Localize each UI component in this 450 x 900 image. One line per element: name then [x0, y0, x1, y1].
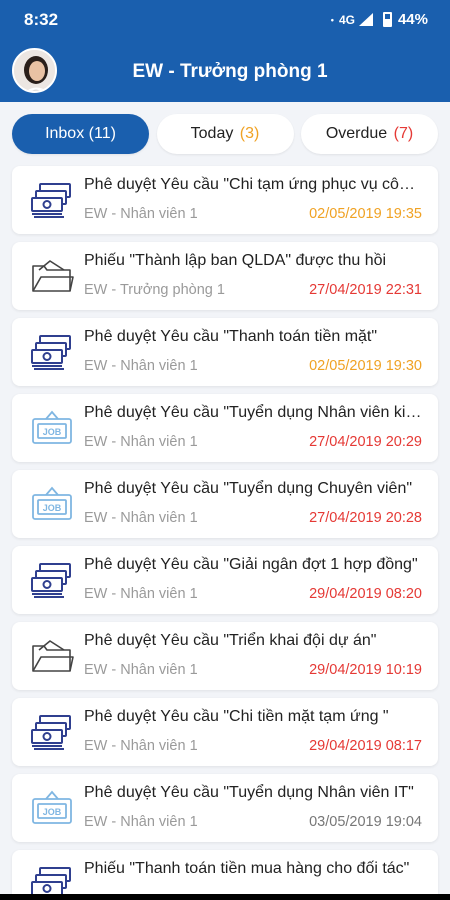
item-sender: EW - Nhân viên 1: [84, 814, 198, 830]
item-date: 29/04/2019 10:19: [309, 662, 422, 678]
item-sender: EW - Nhân viên 1: [84, 738, 198, 754]
money-icon: [28, 178, 76, 222]
item-title: Phiếu "Thanh toán tiền mua hàng cho đối …: [84, 860, 410, 877]
list-item[interactable]: Phê duyệt Yêu cầu "Triển khai đội dự án"…: [12, 622, 438, 690]
item-sender: EW - Nhân viên 1: [84, 358, 198, 374]
list-item[interactable]: Phê duyệt Yêu cầu "Chi tiền mặt tạm ứng …: [12, 698, 438, 766]
item-sender: EW - Nhân viên 1: [84, 206, 198, 222]
item-sender: EW - Trưởng phòng 1: [84, 282, 225, 298]
item-sender: EW - Nhân viên 1: [84, 586, 198, 602]
item-title: Phê duyệt Yêu cầu "Giải ngân đợt 1 hợp đ…: [84, 556, 418, 573]
job-icon: JOB: [28, 406, 76, 450]
network-label: 4G: [338, 12, 355, 27]
item-date: 29/04/2019 08:17: [309, 738, 422, 754]
filter-tabs: Inbox (11) Today (3) Overdue (7): [12, 114, 438, 154]
list-item[interactable]: JOB Phê duyệt Yêu cầu "Tuyển dụng Nhân vi…: [12, 774, 438, 842]
list-item[interactable]: Phê duyệt Yêu cầu "Giải ngân đợt 1 hợp đ…: [12, 546, 438, 614]
money-icon: [28, 710, 76, 754]
item-title: Phê duyệt Yêu cầu "Tuyển dụng Nhân viên …: [84, 404, 422, 421]
page-title: EW - Trưởng phòng 1: [132, 61, 328, 82]
app-header: 8:32 • 4G 44% EW - Trưởng phòng 1: [0, 0, 450, 102]
item-title: Phê duyệt Yêu cầu "Tuyển dụng Chuyên viê…: [84, 480, 413, 497]
list-item[interactable]: Phê duyệt Yêu cầu "Thanh toán tiền mặt" E…: [12, 318, 438, 386]
battery-percent: 44%: [397, 11, 428, 28]
list-item[interactable]: Phiếu "Thanh toán tiền mua hàng cho đối …: [12, 850, 438, 900]
svg-text:JOB: JOB: [43, 807, 62, 817]
tab-today[interactable]: Today (3): [156, 114, 294, 154]
item-title: Phê duyệt Yêu cầu "Chi tạm ứng phục vụ c…: [84, 176, 422, 193]
folder-icon: [28, 254, 76, 298]
status-time: 8:32: [24, 10, 59, 29]
list-item[interactable]: Phiếu "Thành lập ban QLDA" được thu hồi E…: [12, 242, 438, 310]
item-date: 02/05/2019 19:35: [309, 206, 422, 222]
svg-text:JOB: JOB: [43, 503, 62, 513]
svg-text:JOB: JOB: [43, 427, 62, 437]
status-right: • 4G 44%: [331, 11, 428, 28]
status-bar: 8:32 • 4G 44%: [0, 0, 450, 38]
tab-inbox-label: Inbox (11): [45, 125, 116, 142]
item-date: 03/05/2019 19:04: [309, 814, 422, 830]
tab-overdue[interactable]: Overdue (7): [301, 114, 438, 154]
list-item[interactable]: JOB Phê duyệt Yêu cầu "Tuyển dụng Chuyên …: [12, 470, 438, 538]
network-dot-icon: •: [330, 14, 334, 25]
item-date: 27/04/2019 22:31: [309, 282, 422, 298]
folder-icon: [28, 634, 76, 678]
item-sender: EW - Nhân viên 1: [84, 510, 198, 526]
item-date: 27/04/2019 20:29: [309, 434, 422, 450]
item-title: Phiếu "Thành lập ban QLDA" được thu hồi: [84, 252, 387, 269]
money-icon: [28, 330, 76, 374]
item-title: Phê duyệt Yêu cầu "Triển khai đội dự án": [84, 632, 377, 649]
tab-today-count: (3): [239, 125, 260, 142]
item-date: 27/04/2019 20:28: [309, 510, 422, 526]
item-title: Phê duyệt Yêu cầu "Chi tiền mặt tạm ứng …: [84, 708, 389, 725]
list-item[interactable]: JOB Phê duyệt Yêu cầu "Tuyển dụng Nhân vi…: [12, 394, 438, 462]
money-icon: [28, 558, 76, 602]
tab-today-label: Today: [190, 125, 238, 142]
tab-inbox[interactable]: Inbox (11): [12, 114, 149, 154]
job-icon: JOB: [28, 786, 76, 830]
list-item[interactable]: Phê duyệt Yêu cầu "Chi tạm ứng phục vụ c…: [12, 166, 438, 234]
item-sender: EW - Nhân viên 1: [84, 662, 198, 678]
item-date: 29/04/2019 08:20: [309, 586, 422, 602]
item-title: Phê duyệt Yêu cầu "Thanh toán tiền mặt": [84, 328, 378, 345]
job-icon: JOB: [28, 482, 76, 526]
signal-icon: [358, 13, 373, 26]
nav-bar: [0, 894, 450, 900]
tab-overdue-label: Overdue: [325, 125, 392, 142]
item-date: 02/05/2019 19:30: [309, 358, 422, 374]
item-sender: EW - Nhân viên 1: [84, 434, 198, 450]
item-title: Phê duyệt Yêu cầu "Tuyển dụng Nhân viên …: [84, 784, 414, 801]
task-list: Phê duyệt Yêu cầu "Chi tạm ứng phục vụ c…: [12, 166, 438, 900]
battery-icon: [382, 12, 392, 27]
tab-overdue-count: (7): [393, 125, 414, 142]
